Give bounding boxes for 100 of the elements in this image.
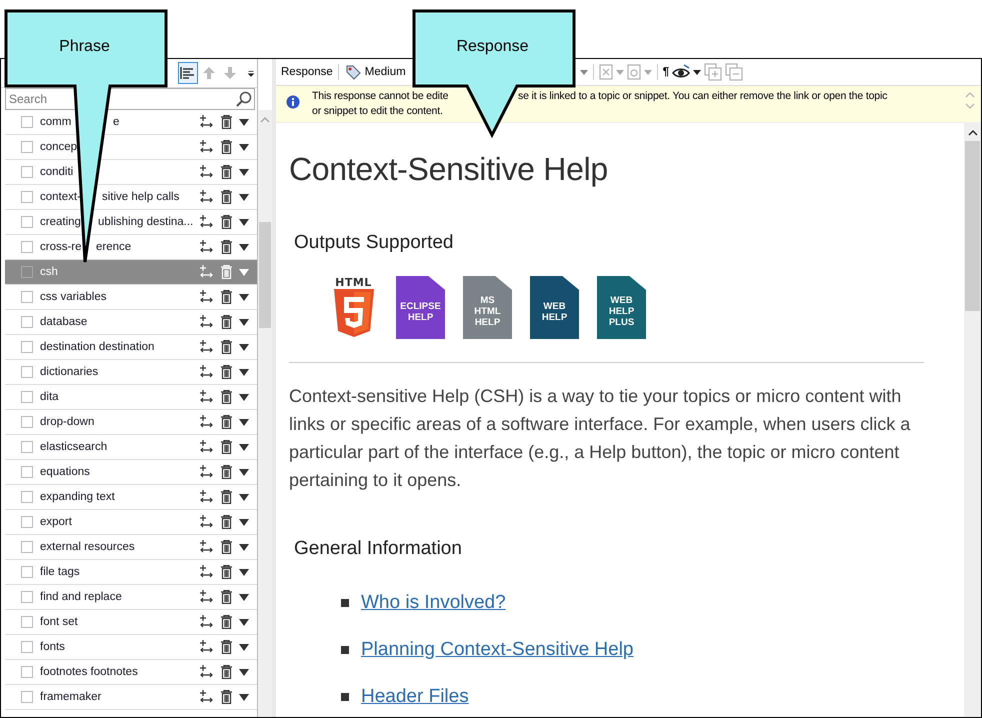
checkbox[interactable] — [21, 166, 33, 178]
trash-icon[interactable] — [220, 490, 233, 504]
topic-link[interactable]: Header Files — [361, 686, 469, 708]
checkbox[interactable] — [21, 366, 33, 378]
dropdown-arrow-icon[interactable] — [239, 544, 249, 550]
add-link-icon[interactable] — [199, 615, 214, 629]
phrase-row[interactable]: find and replace — [5, 585, 257, 610]
trash-icon[interactable] — [220, 640, 233, 654]
add-link-icon[interactable] — [199, 590, 214, 604]
add-link-icon[interactable] — [199, 515, 214, 529]
dropdown-arrow-icon[interactable] — [239, 118, 249, 126]
checkbox[interactable] — [21, 191, 33, 203]
trash-icon[interactable] — [220, 165, 233, 179]
trash-icon[interactable] — [220, 290, 233, 304]
dropdown-arrow-icon[interactable] — [239, 418, 249, 426]
add-link-icon[interactable] — [199, 465, 214, 479]
add-link-icon[interactable] — [199, 190, 214, 204]
checkbox[interactable] — [21, 116, 33, 128]
trash-icon[interactable] — [220, 190, 233, 204]
dropdown-arrow-icon[interactable] — [239, 344, 249, 350]
trash-icon[interactable] — [220, 340, 233, 354]
phrase-row[interactable]: framemaker — [5, 685, 257, 710]
dropdown-arrow-icon[interactable] — [239, 244, 249, 250]
checkbox[interactable] — [21, 666, 33, 678]
phrase-row[interactable]: destination destination — [5, 335, 257, 360]
checkbox[interactable] — [21, 216, 33, 228]
toolbar-button[interactable] — [178, 62, 198, 84]
phrase-row[interactable]: export — [5, 510, 257, 535]
add-link-icon[interactable] — [199, 390, 214, 404]
phrase-row[interactable]: dita — [5, 385, 257, 410]
trash-icon[interactable] — [220, 690, 233, 704]
dropdown-arrow-icon[interactable] — [239, 294, 249, 300]
add-link-icon[interactable] — [199, 140, 214, 154]
add-link-icon[interactable] — [199, 115, 214, 129]
scrollbar[interactable] — [258, 110, 272, 717]
trash-icon[interactable] — [220, 540, 233, 554]
phrase-row[interactable]: css variables — [5, 285, 257, 310]
checkbox[interactable] — [21, 416, 33, 428]
phrase-row[interactable]: drop-down — [5, 410, 257, 435]
phrase-row[interactable]: fonts — [5, 635, 257, 660]
trash-icon[interactable] — [220, 365, 233, 379]
trash-icon[interactable] — [220, 140, 233, 154]
dropdown-arrow-icon[interactable] — [239, 668, 249, 676]
chevron-up-icon[interactable] — [968, 129, 978, 136]
phrase-row[interactable]: file tags — [5, 560, 257, 585]
add-link-icon[interactable] — [199, 340, 214, 354]
add-link-icon[interactable] — [199, 290, 214, 304]
checkbox[interactable] — [21, 291, 33, 303]
trash-icon[interactable] — [220, 415, 233, 429]
eye-icon[interactable] — [672, 64, 690, 80]
dropdown-arrow-icon[interactable] — [239, 594, 249, 600]
dropdown-arrow-icon[interactable] — [239, 318, 249, 326]
trash-icon[interactable] — [220, 515, 233, 529]
dropdown-arrow-icon[interactable] — [239, 194, 249, 200]
scrollbar[interactable] — [964, 123, 981, 717]
trash-icon[interactable] — [220, 390, 233, 404]
checkbox[interactable] — [21, 316, 33, 328]
dropdown-arrow-icon[interactable] — [239, 168, 249, 176]
checkbox[interactable] — [21, 691, 33, 703]
checkbox[interactable] — [21, 541, 33, 553]
dropdown-arrow-icon[interactable] — [239, 568, 249, 576]
trash-icon[interactable] — [220, 240, 233, 254]
checkbox[interactable] — [21, 616, 33, 628]
checkbox[interactable] — [21, 241, 33, 253]
dropdown-arrow-icon[interactable] — [239, 394, 249, 400]
trash-icon[interactable] — [220, 215, 233, 229]
scrollbar-thumb[interactable] — [965, 141, 980, 311]
checkbox[interactable] — [21, 441, 33, 453]
trash-icon[interactable] — [220, 590, 233, 604]
trash-icon[interactable] — [220, 615, 233, 629]
phrase-row[interactable]: dictionaries — [5, 360, 257, 385]
add-link-icon[interactable] — [199, 440, 214, 454]
phrase-row[interactable]: font set — [5, 610, 257, 635]
checkbox[interactable] — [21, 466, 33, 478]
add-link-icon[interactable] — [199, 690, 214, 704]
dropdown-arrow-icon[interactable] — [239, 144, 249, 150]
add-link-icon[interactable] — [199, 640, 214, 654]
add-link-icon[interactable] — [199, 215, 214, 229]
style-dropdown[interactable]: Medium — [364, 66, 406, 78]
topic-link[interactable]: Planning Context-Sensitive Help — [361, 638, 634, 660]
checkbox[interactable] — [21, 641, 33, 653]
checkbox[interactable] — [21, 341, 33, 353]
scrollbar-thumb[interactable] — [259, 222, 271, 328]
dropdown-arrow-icon[interactable] — [239, 218, 249, 226]
phrase-row[interactable]: footnotes footnotes — [5, 660, 257, 685]
add-link-icon[interactable] — [199, 490, 214, 504]
trash-icon[interactable] — [220, 565, 233, 579]
dropdown-arrow-icon[interactable] — [239, 444, 249, 450]
dropdown-arrow-icon[interactable] — [239, 518, 249, 526]
checkbox[interactable] — [21, 266, 33, 278]
topic-link[interactable]: Who is Involved? — [361, 592, 506, 614]
pilcrow-button[interactable]: ¶ — [662, 66, 670, 78]
phrase-row[interactable]: expanding text — [5, 485, 257, 510]
trash-icon[interactable] — [220, 665, 233, 679]
add-link-icon[interactable] — [199, 315, 214, 329]
dropdown-arrow-icon[interactable] — [239, 368, 249, 376]
dropdown-arrow-icon[interactable] — [239, 468, 249, 476]
dropdown-arrow-icon[interactable] — [239, 618, 249, 626]
checkbox[interactable] — [21, 591, 33, 603]
dropdown-arrow-icon[interactable] — [239, 494, 249, 500]
